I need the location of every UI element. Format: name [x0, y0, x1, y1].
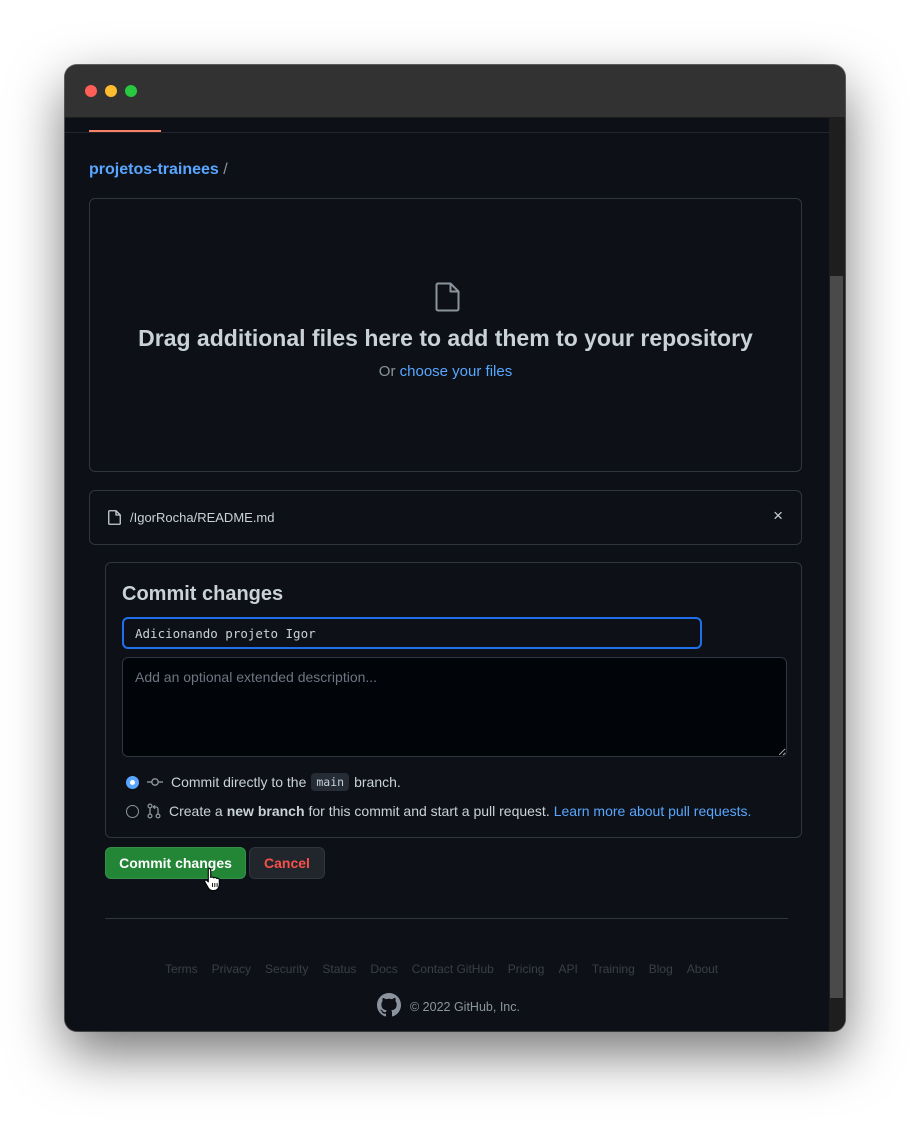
uploaded-file-name: /IgorRocha/README.md [130, 510, 275, 525]
commit-direct-suffix: branch. [354, 774, 401, 790]
footer-link[interactable]: Contact GitHub [412, 962, 494, 976]
footer-link[interactable]: API [558, 962, 577, 976]
footer-link[interactable]: Blog [649, 962, 673, 976]
footer-link[interactable]: Docs [370, 962, 397, 976]
scrollbar[interactable] [829, 118, 845, 1031]
git-pull-request-icon [147, 803, 161, 819]
dropzone-or-text: Or [378, 363, 396, 380]
active-tab-underline [89, 130, 161, 132]
commit-summary-input[interactable] [122, 617, 702, 649]
breadcrumb: projetos-trainees / [89, 161, 228, 179]
file-dropzone[interactable]: Drag additional files here to add them t… [89, 198, 802, 472]
new-branch-text-suffix: for this commit and start a pull request… [308, 803, 550, 819]
new-branch-text-prefix: Create a [169, 803, 223, 819]
choose-files-link[interactable]: choose your files [400, 363, 513, 380]
commit-form: Commit changes Commit directly to the ma… [105, 562, 802, 838]
remove-file-icon[interactable]: × [773, 506, 783, 526]
footer-brand: © 2022 GitHub, Inc. [377, 993, 520, 1020]
dropzone-subtitle: Or choose your files [90, 363, 801, 380]
github-logo-icon[interactable] [377, 993, 401, 1020]
branch-name-chip: main [311, 773, 350, 791]
footer-link[interactable]: Security [265, 962, 308, 976]
commit-form-title: Commit changes [122, 583, 284, 605]
new-branch-radio[interactable] [126, 804, 139, 818]
dropzone-title: Drag additional files here to add them t… [138, 325, 753, 351]
footer-divider [105, 918, 788, 919]
hand-cursor-icon [203, 867, 223, 896]
title-bar [65, 65, 845, 118]
breadcrumb-repo-link[interactable]: projetos-trainees [89, 161, 219, 178]
commit-description-textarea[interactable] [122, 657, 787, 757]
footer-link[interactable]: Privacy [212, 962, 251, 976]
maximize-window-button[interactable] [125, 85, 137, 97]
footer-copyright: © 2022 GitHub, Inc. [410, 999, 520, 1014]
browser-window: projetos-trainees / Drag additional file… [65, 65, 845, 1031]
commit-direct-option[interactable]: Commit directly to the main branch. [126, 772, 401, 792]
page-content: projetos-trainees / Drag additional file… [65, 118, 845, 1031]
file-icon [435, 282, 461, 317]
footer-link[interactable]: Terms [165, 962, 198, 976]
scrollbar-thumb[interactable] [830, 276, 843, 998]
footer-link[interactable]: Pricing [508, 962, 545, 976]
footer-links: Terms Privacy Security Status Docs Contact Gi… [165, 962, 718, 976]
uploaded-file-row: /IgorRocha/README.md × [89, 490, 802, 545]
close-window-button[interactable] [85, 85, 97, 97]
git-commit-icon [147, 776, 163, 788]
footer-link[interactable]: Training [592, 962, 635, 976]
new-branch-option[interactable]: Create a new branch for this commit and … [126, 801, 751, 821]
cancel-button[interactable]: Cancel [249, 847, 325, 879]
footer-link[interactable]: Status [322, 962, 356, 976]
minimize-window-button[interactable] [105, 85, 117, 97]
learn-more-pull-requests-link[interactable]: Learn more about pull requests. [554, 803, 752, 819]
repo-tabs-strip [65, 118, 829, 133]
file-icon [108, 510, 121, 530]
footer-link[interactable]: About [687, 962, 718, 976]
commit-direct-text: Commit directly to the [171, 774, 307, 790]
breadcrumb-separator: / [223, 161, 228, 178]
commit-changes-button[interactable]: Commit changes [105, 847, 246, 879]
new-branch-bold: new branch [226, 803, 305, 819]
commit-direct-radio[interactable] [126, 775, 139, 789]
